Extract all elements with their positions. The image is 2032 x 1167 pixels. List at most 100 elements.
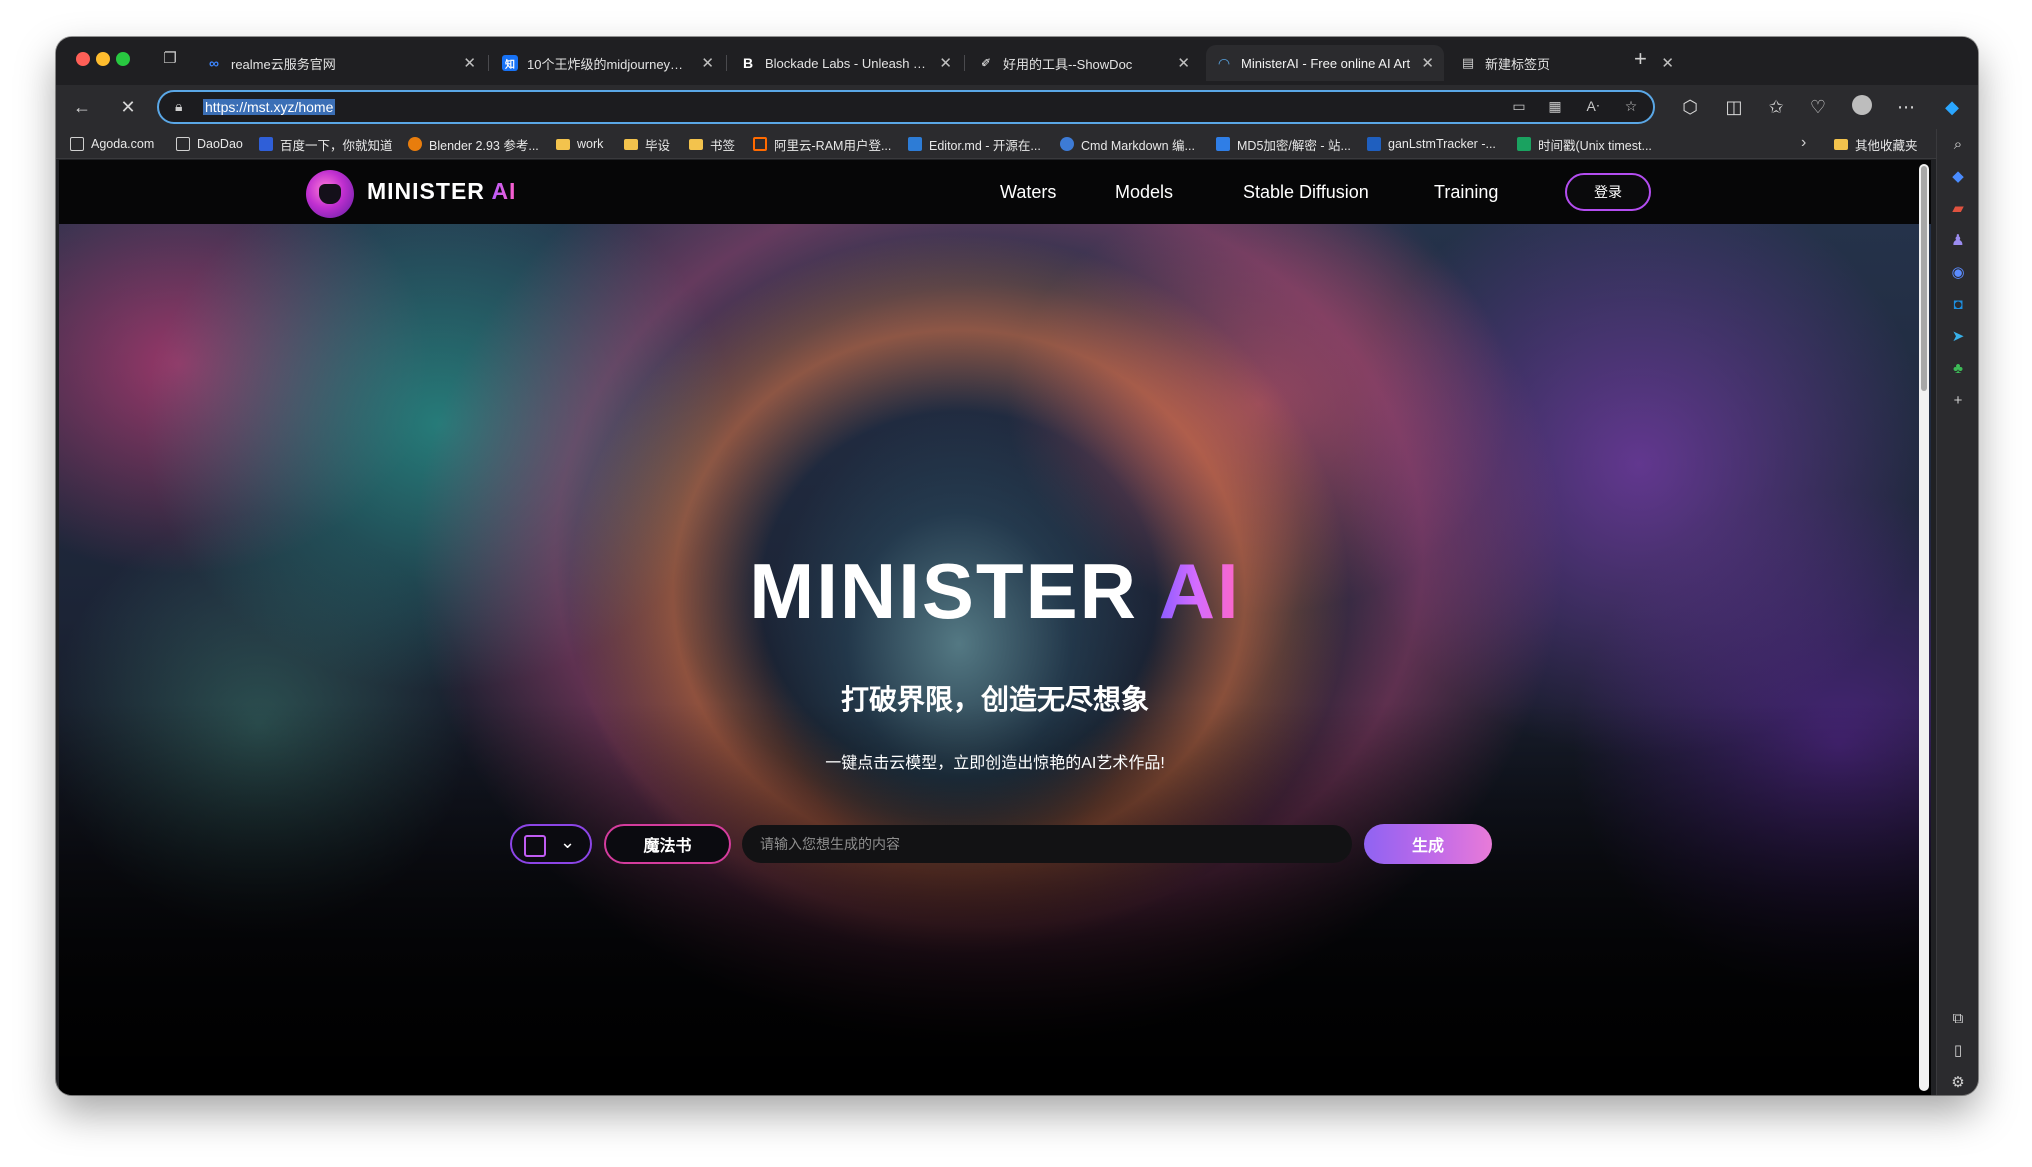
- tab-blockade-labs[interactable]: B Blockade Labs - Unleash Your ✕: [730, 45, 962, 81]
- screenshot-icon[interactable]: ⧉: [1948, 1009, 1968, 1029]
- sidebar-toggle-icon[interactable]: ▯: [1948, 1041, 1968, 1061]
- bookmark-item[interactable]: 阿里云-RAM用户登...: [753, 135, 891, 153]
- realme-favicon-icon: ∞: [209, 55, 219, 71]
- bookmark-label: 百度一下，你就知道: [280, 138, 393, 153]
- folder-icon: [689, 138, 703, 150]
- tab-midjourney-article[interactable]: 知 10个王炸级的midjourney类ai绘 ✕: [492, 45, 724, 81]
- close-tab-icon[interactable]: ✕: [939, 54, 952, 72]
- login-button[interactable]: 登录: [1565, 173, 1651, 211]
- split-screen-icon[interactable]: ◫: [1722, 95, 1746, 119]
- new-tab-button[interactable]: +: [1634, 47, 1647, 71]
- tab-label: 好用的工具--ShowDoc: [1003, 56, 1133, 72]
- extensions-icon[interactable]: ⬡: [1678, 95, 1702, 119]
- bookmark-item[interactable]: Blender 2.93 参考...: [408, 135, 539, 153]
- tab-showdoc[interactable]: ✐ 好用的工具--ShowDoc ✕: [968, 45, 1200, 81]
- bookmark-item[interactable]: 时间戳(Unix timest...: [1517, 135, 1652, 153]
- close-tab-icon[interactable]: ✕: [701, 54, 714, 72]
- stop-loading-icon[interactable]: ✕: [116, 95, 140, 119]
- bookmark-item[interactable]: MD5加密/解密 - 站...: [1216, 135, 1351, 153]
- tab-ministerai[interactable]: ◠ MinisterAI - Free online AI Art ✕: [1206, 45, 1444, 81]
- minimize-window-button[interactable]: [96, 52, 110, 66]
- loading-spinner-icon: ◠: [1218, 54, 1230, 71]
- qr-code-icon[interactable]: ▦: [1545, 98, 1565, 115]
- bookmark-label: 阿里云-RAM用户登...: [774, 138, 892, 153]
- bookmark-item[interactable]: DaoDao: [176, 135, 243, 153]
- folder-icon: [624, 138, 638, 150]
- bookmark-folder[interactable]: 书签: [689, 135, 735, 153]
- other-bookmarks-folder[interactable]: 其他收藏夹: [1834, 135, 1918, 153]
- browser-essentials-icon[interactable]: ♡: [1806, 95, 1830, 119]
- spellbook-button[interactable]: 魔法书: [604, 824, 731, 864]
- back-arrow-icon[interactable]: ←: [70, 95, 94, 119]
- favorites-icon[interactable]: ✩: [1764, 95, 1788, 119]
- bookmark-label: DaoDao: [197, 137, 243, 151]
- nav-stable-diffusion[interactable]: Stable Diffusion: [1243, 182, 1369, 203]
- hero-title-word: MINISTER: [749, 547, 1138, 635]
- aliyun-icon: [753, 137, 767, 151]
- page-icon: [176, 137, 190, 151]
- close-window-button[interactable]: [76, 52, 90, 66]
- bookmark-item[interactable]: Editor.md - 开源在...: [908, 135, 1041, 153]
- close-tab-icon[interactable]: ✕: [1661, 54, 1674, 72]
- hero-title: MINISTER AI: [59, 546, 1931, 637]
- read-aloud-icon[interactable]: Aᐧ: [1583, 98, 1603, 115]
- bookmark-item[interactable]: 百度一下，你就知道: [259, 135, 393, 153]
- tab-actions-icon[interactable]: ❐: [160, 49, 180, 69]
- tab-label: 新建标签页: [1485, 56, 1551, 72]
- close-tab-icon[interactable]: ✕: [1177, 54, 1190, 72]
- bookmark-folder[interactable]: work: [556, 135, 603, 153]
- lock-icon[interactable]: 🔒︎: [175, 98, 182, 115]
- generate-button[interactable]: 生成: [1364, 824, 1492, 864]
- site-logo-text[interactable]: MINISTER AI: [367, 178, 516, 205]
- bookmark-item[interactable]: Agoda.com: [70, 135, 154, 153]
- chevron-right-icon[interactable]: ›: [1801, 134, 1806, 152]
- bookmark-label: ganLstmTracker -...: [1388, 137, 1496, 151]
- app-available-icon[interactable]: ▭: [1509, 98, 1529, 115]
- prompt-input[interactable]: [742, 825, 1352, 863]
- maximize-window-button[interactable]: [116, 52, 130, 66]
- tools-briefcase-icon[interactable]: ▰: [1948, 199, 1968, 219]
- nav-waters[interactable]: Waters: [1000, 182, 1056, 203]
- copilot-icon[interactable]: ◆: [1940, 95, 1964, 119]
- send-icon[interactable]: ➤: [1948, 327, 1968, 347]
- add-icon[interactable]: +: [1948, 391, 1968, 411]
- folder-icon: [556, 138, 570, 150]
- games-icon[interactable]: ♟: [1948, 231, 1968, 251]
- more-menu-icon[interactable]: ⋯: [1894, 95, 1918, 119]
- blockade-favicon-icon: B: [742, 55, 754, 71]
- nav-models[interactable]: Models: [1115, 182, 1173, 203]
- tab-label: 10个王炸级的midjourney类ai绘: [527, 56, 694, 72]
- new-tab-page-icon: ▤: [1461, 55, 1475, 70]
- hero-fade: [59, 224, 1931, 1095]
- outlook-icon[interactable]: ◘: [1948, 295, 1968, 315]
- model-select[interactable]: ⌄: [510, 824, 592, 864]
- web-page: MINISTER AI Waters Models Stable Diffusi…: [59, 160, 1931, 1095]
- url-text[interactable]: https://mst.xyz/home: [203, 99, 336, 115]
- scrollbar-thumb[interactable]: [1921, 166, 1927, 391]
- close-tab-icon[interactable]: ✕: [463, 54, 476, 72]
- close-tab-icon[interactable]: ✕: [1421, 54, 1434, 72]
- copilot-sidebar-icon[interactable]: ◉: [1948, 263, 1968, 283]
- profile-avatar-icon[interactable]: [1850, 95, 1874, 119]
- tab-bar: ❐ ∞ realme云服务官网 ✕ 知 10个王炸级的midjourney类ai…: [56, 37, 1978, 85]
- settings-gear-icon[interactable]: ⚙: [1948, 1073, 1968, 1093]
- search-icon[interactable]: ⌕: [1948, 135, 1968, 155]
- page-scrollbar[interactable]: [1919, 164, 1929, 1091]
- tab-realme[interactable]: ∞ realme云服务官网 ✕: [196, 45, 486, 81]
- showdoc-favicon-icon: ✐: [980, 56, 992, 70]
- bookmark-item[interactable]: ganLstmTracker -...: [1367, 135, 1496, 153]
- bookmark-label: Agoda.com: [91, 137, 155, 151]
- hero-subtitle: 打破界限，创造无尽想象: [840, 684, 1149, 715]
- shopping-tag-icon[interactable]: ◆: [1948, 167, 1968, 187]
- logo-word: MINISTER: [367, 178, 485, 204]
- tab-label: Blockade Labs - Unleash Your: [765, 55, 932, 71]
- bookmark-item[interactable]: Cmd Markdown 编...: [1060, 135, 1195, 153]
- favorite-star-icon[interactable]: ☆: [1621, 98, 1641, 115]
- nav-training[interactable]: Training: [1434, 182, 1498, 203]
- tree-icon[interactable]: ♣: [1948, 359, 1968, 379]
- bookmark-label: 书签: [710, 138, 736, 153]
- browser-toolbar: ← ✕ 🔒︎ https://mst.xyz/home ▭ ▦ Aᐧ ☆ ⬡ ◫…: [56, 85, 1978, 129]
- bookmark-folder[interactable]: 毕设: [624, 135, 670, 153]
- address-bar[interactable]: 🔒︎ https://mst.xyz/home ▭ ▦ Aᐧ ☆: [157, 90, 1655, 124]
- tab-new-tab[interactable]: ▤ 新建标签页 ✕: [1450, 45, 1684, 81]
